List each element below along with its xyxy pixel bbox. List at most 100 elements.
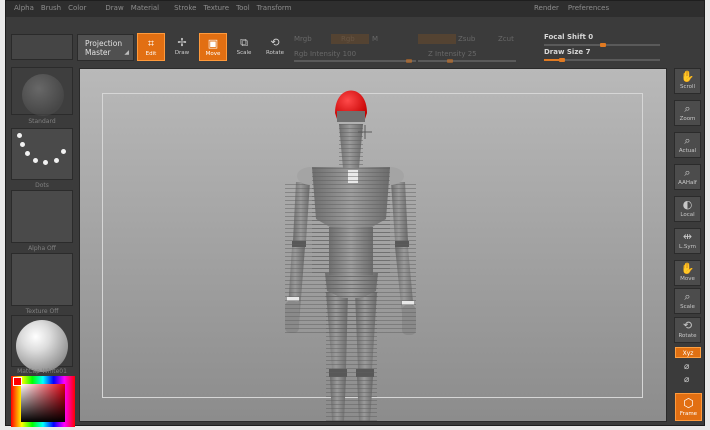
menu-right-group: Render Preferences xyxy=(534,4,609,12)
draw-size-value: 7 xyxy=(585,48,591,56)
document-canvas[interactable] xyxy=(79,68,667,422)
menu-material[interactable]: Material xyxy=(131,4,159,12)
draw-label: Draw xyxy=(174,50,190,56)
scroll-button[interactable]: ✋ Scroll xyxy=(674,68,701,94)
draw-size-label: Draw Size xyxy=(544,48,584,56)
rotate-icon: ⟲ xyxy=(270,36,280,49)
stroke-label: Dots xyxy=(35,182,49,189)
stroke-thumbnail[interactable] xyxy=(11,128,73,180)
color-saturation-square[interactable] xyxy=(21,384,65,422)
rgb-intensity-label[interactable]: Rgb Intensity 100 xyxy=(294,50,356,58)
actual-button[interactable]: ⌕ Actual xyxy=(674,132,701,158)
alpha-label: Alpha Off xyxy=(28,245,56,252)
z-intensity-knob[interactable] xyxy=(447,59,453,63)
menu-render[interactable]: Render xyxy=(534,4,559,12)
menu-stroke[interactable]: Stroke xyxy=(174,4,196,12)
cube-icon: ⬡ xyxy=(683,396,694,410)
rotate-view-label: Rotate xyxy=(678,333,697,339)
material-thumbnail[interactable] xyxy=(11,315,73,372)
move-icon: ▣ xyxy=(207,37,219,50)
menu-brush[interactable]: Brush xyxy=(41,4,61,12)
focal-shift-control[interactable]: Focal Shift 0 xyxy=(544,33,593,41)
material-label: MatCap White01 xyxy=(17,368,67,375)
z-intensity-slider[interactable] xyxy=(418,60,516,62)
magnifier-icon: ⌕ xyxy=(684,290,691,303)
symmetry-icon: ⇹ xyxy=(682,230,693,243)
edit-icon: ⌗ xyxy=(147,37,155,50)
projection-master-button[interactable]: Projection Master ◢ xyxy=(77,34,134,61)
focal-shift-value: 0 xyxy=(588,33,594,41)
axis-small-icon[interactable]: ⌀ xyxy=(684,375,689,385)
color-picker[interactable] xyxy=(11,376,75,427)
menu-preferences[interactable]: Preferences xyxy=(568,4,609,12)
matcap-sphere xyxy=(16,320,68,372)
local-label: Local xyxy=(680,212,695,218)
rotate-button[interactable]: ⟲ Rotate xyxy=(261,33,289,61)
mrgb-button[interactable]: Mrgb xyxy=(294,35,312,43)
focal-shift-knob[interactable] xyxy=(600,43,606,47)
main-color-swatch[interactable] xyxy=(13,377,22,386)
frame-button[interactable]: ⬡ Frame xyxy=(675,393,702,421)
xyz-button[interactable]: Xyz xyxy=(675,347,701,358)
brush-label: Standard xyxy=(28,118,56,125)
scale-view-label: Scale xyxy=(680,304,695,310)
stroke-dot xyxy=(33,158,38,163)
magnifier-icon: ⌕ xyxy=(684,134,691,147)
magnifier-icon: ⌕ xyxy=(684,166,691,179)
brush-sphere-icon xyxy=(22,74,64,116)
texture-label: Texture Off xyxy=(25,308,59,315)
stroke-dot xyxy=(43,160,48,165)
mannequin-model[interactable] xyxy=(80,69,666,421)
draw-size-control[interactable]: Draw Size 7 xyxy=(544,48,590,56)
menu-left-group: Alpha Brush Color Draw Material Stroke T… xyxy=(14,4,292,12)
rotate-label: Rotate xyxy=(265,50,284,56)
draw-button[interactable]: ✢ Draw xyxy=(168,33,196,61)
move-button[interactable]: ▣ Move xyxy=(199,33,227,61)
rgb-intensity-knob[interactable] xyxy=(406,59,412,63)
shelf-empty-slot[interactable] xyxy=(11,34,73,60)
zadd-button[interactable] xyxy=(418,34,456,44)
axis-small-icon[interactable]: ⌀ xyxy=(684,362,689,372)
focal-shift-label: Focal Shift xyxy=(544,33,586,41)
draw-size-knob[interactable] xyxy=(559,58,565,62)
alpha-thumbnail[interactable] xyxy=(11,190,73,243)
stroke-dot xyxy=(17,133,22,138)
zoom-label: Zoom xyxy=(679,116,696,122)
scale-icon: ⧉ xyxy=(240,36,248,49)
menu-tool[interactable]: Tool xyxy=(236,4,250,12)
edit-label: Edit xyxy=(145,51,157,57)
menu-texture[interactable]: Texture xyxy=(203,4,229,12)
frame-label: Frame xyxy=(679,411,698,417)
menu-transform[interactable]: Transform xyxy=(257,4,292,12)
z-intensity-label[interactable]: Z Intensity 25 xyxy=(428,50,477,58)
move-view-button[interactable]: ✋ Move xyxy=(674,260,701,286)
zcut-button[interactable]: Zcut xyxy=(498,35,514,43)
local-button[interactable]: ◐ Local xyxy=(674,196,701,222)
stroke-dot xyxy=(61,149,66,154)
menu-draw[interactable]: Draw xyxy=(105,4,123,12)
move-label: Move xyxy=(205,51,221,57)
rotate-icon: ⟲ xyxy=(682,319,693,332)
brush-thumbnail[interactable] xyxy=(11,67,73,116)
menu-color[interactable]: Color xyxy=(68,4,86,12)
rgb-intensity-slider[interactable] xyxy=(294,60,416,62)
scale-button[interactable]: ⧉ Scale xyxy=(230,33,258,61)
local-icon: ◐ xyxy=(682,198,693,211)
zoom-button[interactable]: ⌕ Zoom xyxy=(674,100,701,126)
menu-alpha[interactable]: Alpha xyxy=(14,4,34,12)
zsub-button[interactable]: Zsub xyxy=(458,35,475,43)
rotate-view-button[interactable]: ⟲ Rotate xyxy=(674,317,701,343)
hand-icon: ✋ xyxy=(680,262,695,275)
scroll-label: Scroll xyxy=(679,84,696,90)
head-base xyxy=(337,111,365,122)
draw-icon: ✢ xyxy=(177,36,187,49)
lsym-button[interactable]: ⇹ L.Sym xyxy=(674,228,701,254)
aahalf-button[interactable]: ⌕ AAHalf xyxy=(674,164,701,190)
stroke-dot xyxy=(54,158,59,163)
scale-view-button[interactable]: ⌕ Scale xyxy=(674,288,701,314)
m-button[interactable]: M xyxy=(372,35,378,43)
edit-button[interactable]: ⌗ Edit xyxy=(137,33,165,61)
zoom-icon: ⌕ xyxy=(684,102,691,115)
texture-thumbnail[interactable] xyxy=(11,253,73,306)
rgb-button[interactable]: Rgb xyxy=(331,34,369,44)
